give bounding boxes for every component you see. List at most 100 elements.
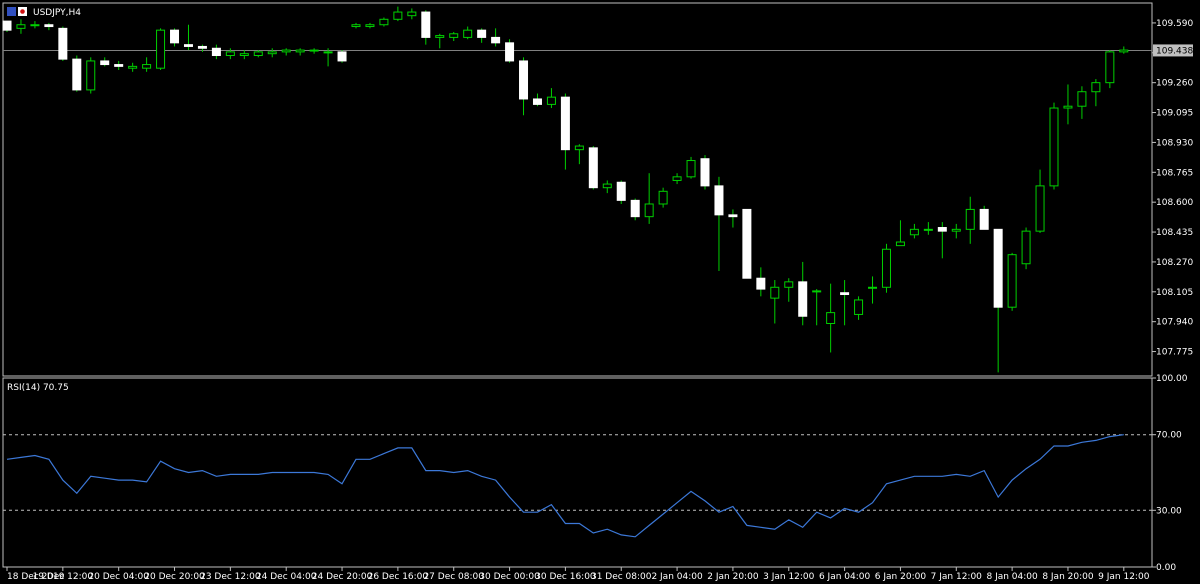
candle-bear	[700, 158, 710, 187]
rsi-line	[6, 434, 1124, 538]
time-tick-label: 23 Dec 12:00	[200, 572, 261, 582]
candle-bear	[993, 228, 1003, 308]
candle-bull	[770, 286, 780, 299]
candle-bull	[393, 11, 403, 20]
candle-bull	[951, 228, 961, 232]
price-tick-label: 109.590	[1156, 19, 1193, 29]
trading-chart[interactable]: 109.590109.425109.260109.095108.930108.7…	[0, 0, 1200, 584]
candle-bear	[58, 27, 68, 60]
candle-bear	[100, 60, 110, 66]
price-tick-label: 108.270	[1156, 258, 1193, 268]
candle-bear	[505, 42, 515, 62]
time-tick-label: 3 Jan 12:00	[763, 572, 815, 582]
candle-bull	[156, 29, 166, 69]
time-tick-label: 2 Jan 04:00	[651, 572, 703, 582]
rsi-panel[interactable]: 100.00 70.00 30.00 0.00	[2, 374, 1188, 573]
time-tick-label: 19 Dec 12:00	[33, 572, 94, 582]
candle-bull	[463, 29, 473, 38]
candle-bull	[658, 190, 668, 205]
candle-bull	[435, 35, 445, 38]
candle-bull	[1119, 49, 1129, 53]
price-tick-label: 108.765	[1156, 168, 1193, 178]
candle-bear	[937, 227, 947, 232]
candle-bear	[197, 45, 207, 49]
candle-bull	[909, 228, 919, 236]
candle-bull	[225, 51, 235, 57]
price-tick-label: 107.940	[1156, 318, 1193, 328]
price-tick-label: 109.095	[1156, 109, 1193, 119]
candle-bull	[267, 51, 277, 55]
candle-bear	[421, 11, 431, 38]
time-tick-label: 6 Jan 20:00	[875, 572, 927, 582]
chart-header: USDJPY,H4 RSI(14) 70.75	[7, 7, 81, 393]
candle-bull	[965, 208, 975, 230]
candle-bear	[560, 96, 570, 151]
price-tick-label: 108.105	[1156, 288, 1193, 298]
candle-bull	[351, 24, 361, 28]
candle-bear	[714, 185, 724, 216]
candle-bull	[881, 248, 891, 288]
candle-bull	[281, 49, 291, 53]
rsi-tick-label: 30.00	[1156, 506, 1182, 516]
time-axis: 18 Dec 201919 Dec 12:0020 Dec 04:0020 De…	[6, 567, 1150, 582]
time-tick-label: 24 Dec 20:00	[312, 572, 373, 582]
price-tick-label: 107.775	[1156, 348, 1193, 358]
candle-bull	[826, 312, 836, 324]
candle-bull	[686, 160, 696, 178]
candle-bear	[616, 181, 626, 201]
candle-bull	[1049, 107, 1059, 187]
candle-bull	[854, 299, 864, 315]
flag-icon-jp-dot	[20, 9, 25, 14]
price-tick-label: 108.600	[1156, 198, 1193, 208]
candle-bull	[1021, 230, 1031, 265]
time-tick-label: 2 Jan 20:00	[707, 572, 759, 582]
candle-bull	[1077, 91, 1087, 107]
candle-bear	[44, 24, 54, 28]
candle-bull	[546, 96, 556, 105]
candle-bear	[2, 20, 12, 31]
candle-bull	[407, 11, 417, 17]
candle-bull	[449, 33, 459, 38]
candle-bull	[253, 51, 263, 57]
candle-bull	[86, 60, 96, 91]
time-tick-label: 30 Dec 16:00	[535, 572, 596, 582]
candle-bull	[1091, 82, 1101, 93]
candle-bull	[323, 51, 333, 54]
candle-bear	[588, 147, 598, 189]
candle-bear	[630, 199, 640, 218]
candle-bear	[114, 64, 124, 67]
candle-bull	[309, 49, 319, 52]
candle-bear	[170, 29, 180, 44]
rsi-tick-label: 70.00	[1156, 431, 1182, 441]
candle-bull	[602, 183, 612, 189]
symbol-label: USDJPY,H4	[33, 8, 81, 18]
candle-bull	[295, 49, 305, 53]
price-tick-label: 109.260	[1156, 79, 1193, 89]
candle-bull	[30, 24, 40, 27]
candle-bear	[519, 60, 529, 100]
candle-bear	[477, 29, 487, 38]
candle-bull	[142, 64, 152, 69]
candle-bear	[979, 208, 989, 230]
time-tick-label: 26 Dec 16:00	[368, 572, 429, 582]
candle-bull	[239, 53, 249, 57]
time-tick-label: 8 Jan 04:00	[986, 572, 1038, 582]
candle-bear	[728, 214, 738, 218]
rsi-tick-label: 0.00	[1156, 563, 1176, 573]
flag-icon-us	[7, 7, 16, 16]
candle-bull	[574, 145, 584, 151]
candle-bull	[1035, 185, 1045, 232]
time-tick-label: 6 Jan 04:00	[819, 572, 871, 582]
price-panel-frame	[2, 2, 1153, 377]
time-tick-label: 20 Dec 04:00	[88, 572, 149, 582]
candle-bull	[812, 290, 822, 293]
candle-bull	[1063, 105, 1073, 109]
candle-bear	[491, 36, 501, 44]
price-panel[interactable]: 109.590109.425109.260109.095108.930108.7…	[2, 2, 1193, 377]
price-tick-label: 108.435	[1156, 228, 1193, 238]
candle-bear	[337, 51, 347, 62]
candle-bull	[895, 241, 905, 247]
candle-bull	[784, 281, 794, 288]
candle-bear	[840, 292, 850, 296]
rsi-label: RSI(14) 70.75	[7, 383, 69, 393]
